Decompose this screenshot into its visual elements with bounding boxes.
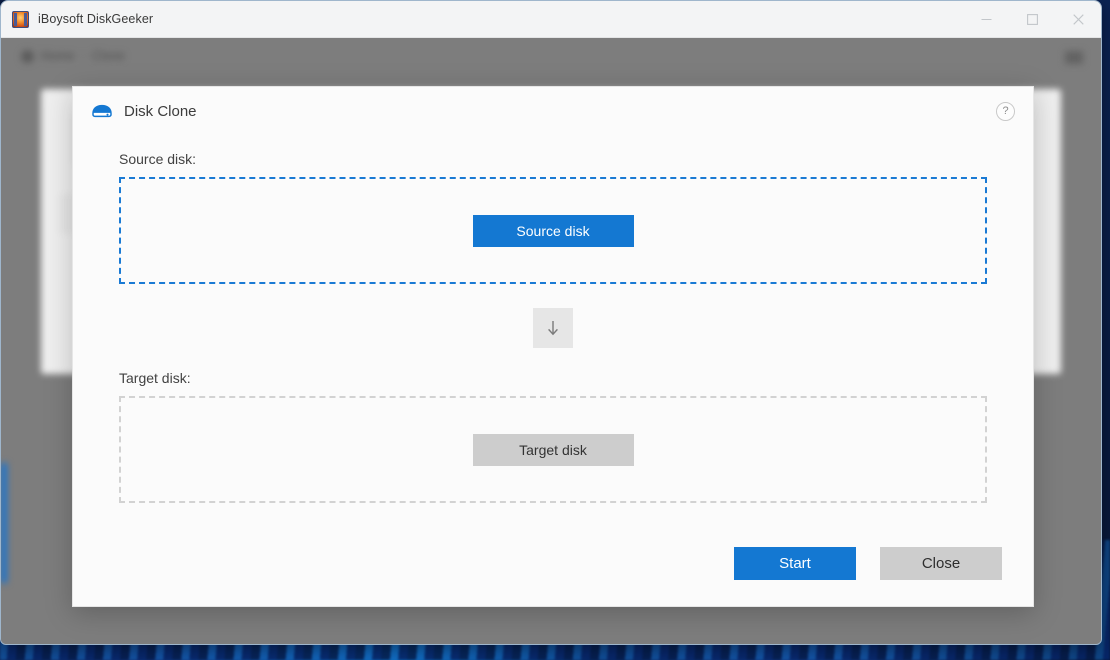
arrow-down-icon[interactable] — [533, 308, 573, 348]
help-icon[interactable]: ? — [996, 102, 1015, 121]
target-disk-button[interactable]: Target disk — [473, 434, 634, 466]
app-logo-icon — [12, 11, 29, 28]
home-icon — [21, 50, 34, 63]
breadcrumb-item-clone[interactable]: Clone — [92, 49, 125, 63]
breadcrumb-bar: Home › Clone — [1, 38, 1101, 80]
minimize-button[interactable] — [963, 1, 1009, 37]
dialog-body: Source disk: Source disk Target disk: Ta… — [73, 135, 1033, 503]
window-controls — [963, 1, 1101, 37]
window-title: iBoysoft DiskGeeker — [38, 12, 153, 26]
breadcrumb-separator: › — [81, 50, 85, 62]
title-bar: iBoysoft DiskGeeker — [1, 1, 1101, 38]
background-accent-strip — [1, 463, 7, 583]
source-disk-button[interactable]: Source disk — [473, 215, 634, 247]
dialog-footer: Start Close — [734, 547, 1002, 580]
target-disk-dropzone[interactable]: Target disk — [119, 396, 987, 503]
start-button[interactable]: Start — [734, 547, 856, 580]
close-button[interactable] — [1055, 1, 1101, 37]
application-window: iBoysoft DiskGeeker — [0, 0, 1102, 645]
menu-icon[interactable] — [1065, 51, 1083, 64]
transfer-arrow-row — [119, 284, 987, 370]
maximize-button[interactable] — [1009, 1, 1055, 37]
disk-drive-icon — [90, 99, 114, 123]
source-disk-label: Source disk: — [119, 151, 987, 167]
close-dialog-button[interactable]: Close — [880, 547, 1002, 580]
disk-clone-dialog: Disk Clone ? Source disk: Source disk Ta… — [72, 86, 1034, 607]
dialog-title: Disk Clone — [124, 103, 197, 120]
target-disk-label: Target disk: — [119, 370, 987, 386]
breadcrumb-item-home[interactable]: Home — [41, 49, 74, 63]
dialog-header: Disk Clone ? — [73, 87, 1033, 135]
breadcrumb: Home › Clone — [21, 49, 125, 63]
source-disk-dropzone[interactable]: Source disk — [119, 177, 987, 284]
